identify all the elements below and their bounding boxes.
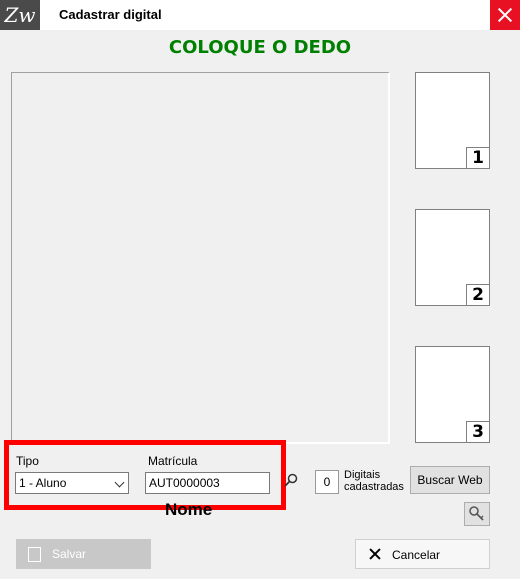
key-button[interactable] (464, 502, 490, 526)
digitais-count: 0 (315, 470, 339, 494)
digitais-label-line1: Digitais (344, 469, 381, 481)
thumbnail-number: 2 (466, 284, 489, 305)
matricula-label: Matrícula (148, 454, 198, 468)
fingerprint-capture-area (11, 72, 390, 444)
key-icon (469, 506, 484, 521)
save-label: Salvar (52, 547, 87, 561)
buscar-web-button[interactable]: Buscar Web (410, 466, 490, 494)
thumbnail-number: 1 (466, 147, 489, 168)
instruction-text: COLOQUE O DEDO (168, 37, 352, 58)
tipo-select[interactable]: 1 - Aluno (15, 472, 129, 494)
save-button[interactable]: Salvar (16, 539, 151, 569)
title-bar: Zw Cadastrar digital (0, 0, 520, 30)
tipo-label: Tipo (16, 454, 39, 468)
fingerprint-thumbnail-2[interactable]: 2 (415, 209, 490, 306)
matricula-value: AUT0000003 (149, 476, 220, 490)
cancel-label: Cancelar (392, 548, 441, 562)
matricula-input[interactable]: AUT0000003 (145, 472, 270, 494)
cancel-button[interactable]: Cancelar (355, 539, 490, 569)
window-title: Cadastrar digital (59, 7, 162, 22)
digitais-label-line2: cadastradas (344, 481, 404, 493)
tipo-value: 1 - Aluno (19, 476, 67, 490)
app-logo-icon: Zw (0, 0, 40, 30)
fingerprint-thumbnail-3[interactable]: 3 (415, 346, 490, 443)
nome-label: Nome (165, 500, 213, 519)
thumbnail-number: 3 (466, 421, 489, 442)
cancel-icon (368, 547, 382, 561)
chevron-down-icon (114, 477, 125, 488)
digitais-label: Digitais cadastradas (344, 469, 404, 493)
fingerprint-thumbnail-1[interactable]: 1 (415, 72, 490, 169)
save-icon (28, 547, 41, 562)
close-icon[interactable] (490, 0, 520, 30)
search-icon[interactable] (284, 473, 298, 487)
